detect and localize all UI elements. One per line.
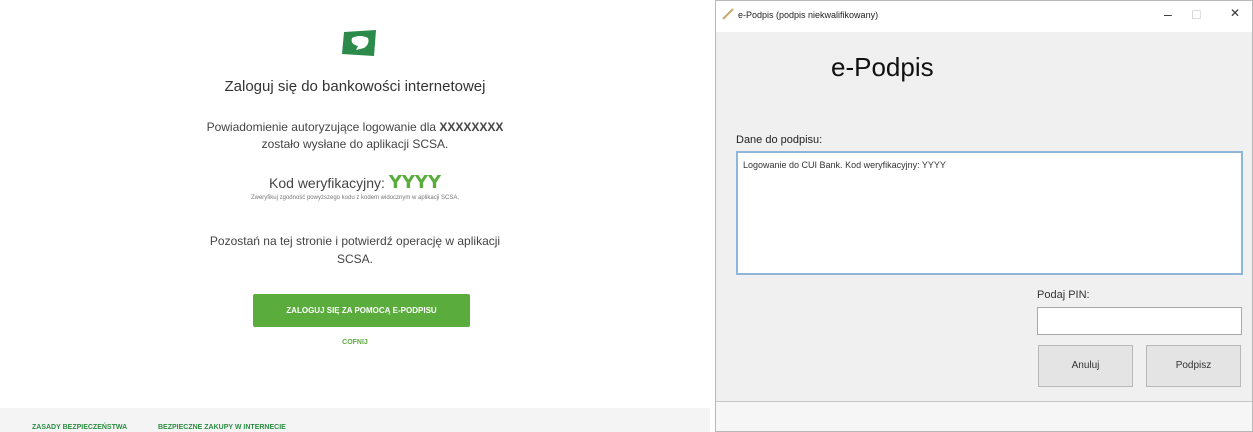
data-to-sign-textarea[interactable]: Logowanie do CUI Bank. Kod weryfikacyjny… xyxy=(736,151,1243,275)
verification-code-line: Kod weryfikacyjny: YYYY xyxy=(269,172,441,193)
notice-line: Powiadomienie autoryzujące logowanie dla… xyxy=(206,120,504,134)
login-title: Zaloguj się do bankowości internetowej xyxy=(224,78,486,95)
notice-suffix: zostało wysłane do aplikacji SCSA. xyxy=(261,137,449,151)
user-id: XXXXXXXX xyxy=(439,120,504,134)
stay-instruction: Pozostań na tej stronie i potwierdź oper… xyxy=(209,234,501,248)
pen-icon xyxy=(722,7,734,25)
login-e-signature-button[interactable]: ZALOGUJ SIĘ ZA POMOCĄ E-PODPISU xyxy=(253,294,470,327)
maximize-button[interactable]: □ xyxy=(1192,6,1200,22)
cancel-button[interactable]: Anuluj xyxy=(1038,345,1133,387)
window-title: e-Podpis (podpis niekwalifikowany) xyxy=(738,10,879,20)
sign-button[interactable]: Podpisz xyxy=(1146,345,1241,387)
close-button[interactable]: ✕ xyxy=(1230,6,1240,20)
stay-instruction-cont: SCSA. xyxy=(336,252,373,266)
data-label: Dane do podpisu: xyxy=(736,134,823,146)
bank-logo-icon xyxy=(340,28,380,63)
pin-input[interactable] xyxy=(1037,307,1242,335)
minimize-button[interactable]: – xyxy=(1164,6,1172,22)
title-bar: e-Podpis (podpis niekwalifikowany) – □ ✕ xyxy=(716,1,1252,32)
e-signature-dialog: e-Podpis (podpis niekwalifikowany) – □ ✕… xyxy=(715,0,1253,432)
back-link[interactable]: COFNIJ xyxy=(0,339,710,346)
status-bar xyxy=(716,401,1252,431)
footer-link-security[interactable]: ZASADY BEZPIECZEŃSTWA xyxy=(32,424,127,431)
dialog-heading: e-Podpis xyxy=(831,52,934,82)
footer-link-safe-shopping[interactable]: BEZPIECZNE ZAKUPY W INTERNECIE xyxy=(158,424,286,431)
pin-label: Podaj PIN: xyxy=(1037,289,1090,301)
verification-code: YYYY xyxy=(388,172,441,193)
verify-hint: Zweryfikuj zgodność powyższego kodu z ko… xyxy=(250,195,460,201)
